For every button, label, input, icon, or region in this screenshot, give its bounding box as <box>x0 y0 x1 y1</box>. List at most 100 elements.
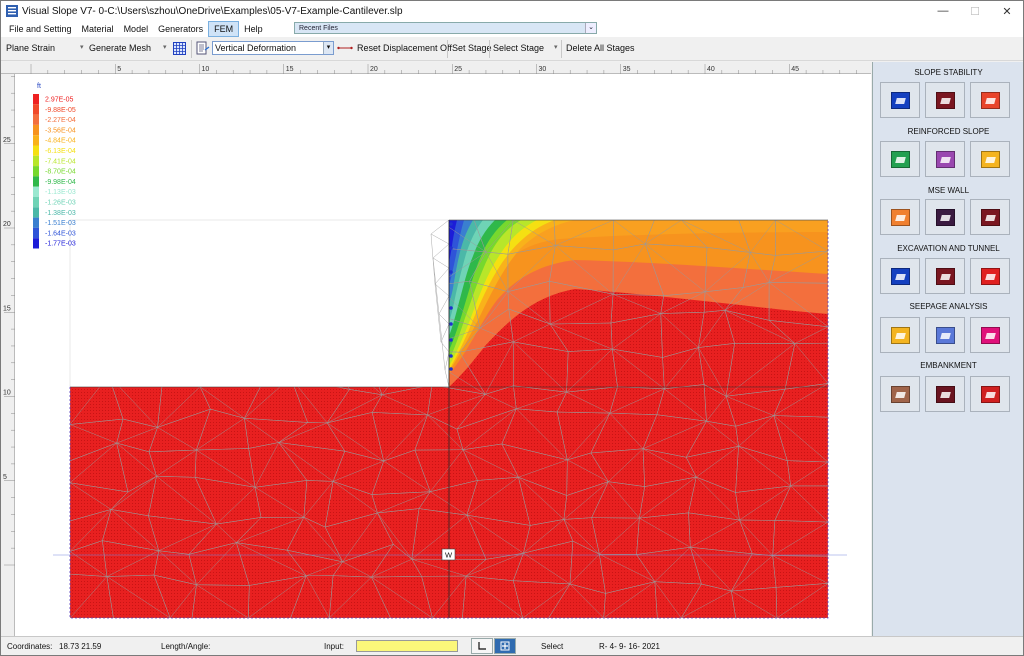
coordinates-value: 18.73 21.59 <box>59 642 102 651</box>
close-button[interactable]: ✕ <box>991 1 1023 21</box>
mesh-grid-icon[interactable] <box>173 42 186 55</box>
ruler-left-label: 15 <box>3 305 11 312</box>
ruler-top-label: 35 <box>623 66 631 73</box>
icon-glyph <box>939 214 951 221</box>
status-bar: Coordinates: 18.73 21.59 Length/Angle: I… <box>1 636 1023 655</box>
legend-value: -3.56E-04 <box>45 127 76 134</box>
ruler-left-label: 20 <box>3 221 11 228</box>
slope-seismic-button[interactable] <box>970 82 1010 118</box>
seepage-dam-button[interactable] <box>880 317 920 353</box>
displacement-arrow-icon[interactable] <box>337 44 353 52</box>
excavation-icon <box>890 267 910 285</box>
legend-value: -6.13E-04 <box>45 148 76 155</box>
reinforced-layer-button[interactable] <box>925 141 965 177</box>
menu-file-and-setting[interactable]: File and Setting <box>4 21 77 37</box>
generate-mesh-button[interactable]: Generate Mesh <box>89 43 151 54</box>
ruler-top-label: 10 <box>202 66 210 73</box>
reinforced-slope-button[interactable] <box>880 141 920 177</box>
icon-glyph <box>939 273 951 280</box>
legend-value: -4.84E-04 <box>45 138 76 145</box>
seepage-cloud-button[interactable] <box>925 317 965 353</box>
mse-block-icon <box>935 208 955 226</box>
icon-glyph <box>984 156 996 163</box>
embankment-fill-icon <box>935 385 955 403</box>
icon-glyph <box>984 273 996 280</box>
tunnel-icon <box>980 267 1000 285</box>
ruler-top-label: 5 <box>117 66 121 73</box>
excavation-wall-button[interactable] <box>925 258 965 294</box>
menu-material[interactable]: Material <box>77 21 119 37</box>
reinforced-wall-icon <box>980 150 1000 168</box>
slope-stability-3d-button[interactable] <box>925 82 965 118</box>
minimize-button[interactable]: — <box>927 1 959 21</box>
command-input[interactable] <box>356 640 458 652</box>
embankment-pile-button[interactable] <box>970 376 1010 412</box>
icon-glyph <box>939 97 951 104</box>
crosshair-icon <box>500 641 510 651</box>
reinforced-layer-icon <box>935 150 955 168</box>
menu-fem[interactable]: FEM <box>208 21 240 37</box>
set-stage-button[interactable]: Set Stage <box>452 43 492 54</box>
ruler-left: 30252015105 <box>1 53 15 636</box>
seepage-dam-icon <box>890 326 910 344</box>
legend-swatch <box>33 94 39 105</box>
menu-help[interactable]: Help <box>239 21 268 37</box>
legend-swatch <box>33 217 39 228</box>
dropdown-caret-icon: ▾ <box>554 44 558 51</box>
snap-angle-button[interactable] <box>471 638 493 654</box>
icon-glyph <box>984 391 996 398</box>
ruler-left-label: 25 <box>3 137 11 144</box>
embankment-pile-icon <box>980 385 1000 403</box>
section-title: SLOPE STABILITY <box>914 68 983 77</box>
dropdown-caret-icon: ▾ <box>163 44 167 51</box>
menu-generators[interactable]: Generators <box>153 21 208 37</box>
legend-unit: ft <box>37 83 41 90</box>
result-type-select[interactable]: Vertical Deformation ▾ <box>212 41 334 55</box>
recent-files-dropdown[interactable]: Recent Files ⌄ <box>294 22 597 34</box>
ruler-top-label: 45 <box>791 66 799 73</box>
ruler-top-label: 15 <box>286 66 294 73</box>
excavation-button[interactable] <box>880 258 920 294</box>
seepage-wall-icon <box>980 326 1000 344</box>
legend-value: -1.77E-03 <box>45 241 76 248</box>
delete-all-stages-button[interactable]: Delete All Stages <box>566 43 635 54</box>
title-bar: Visual Slope V7- 0-C:\Users\szhou\OneDri… <box>1 1 1023 21</box>
slope-stability-icon <box>890 91 910 109</box>
legend-value: -8.70E-04 <box>45 169 76 176</box>
seepage-wall-button[interactable] <box>970 317 1010 353</box>
reinforced-wall-button[interactable] <box>970 141 1010 177</box>
drawing-canvas[interactable]: 5 10 15 20 25 30 35 40 45 30 25 20 15 10 5 <box>1 53 871 636</box>
window-title: Visual Slope V7- 0-C:\Users\szhou\OneDri… <box>22 5 403 17</box>
tunnel-button[interactable] <box>970 258 1010 294</box>
menu-model[interactable]: Model <box>119 21 154 37</box>
menu-bar: File and Setting Material Model Generato… <box>1 21 1023 37</box>
mse-crane-button[interactable] <box>970 199 1010 235</box>
legend-value: -7.41E-04 <box>45 158 76 165</box>
icon-glyph <box>984 214 996 221</box>
reset-displacement-button[interactable]: Reset Displacement Off <box>357 43 452 54</box>
snap-grid-button[interactable] <box>494 638 516 654</box>
icon-glyph <box>894 273 906 280</box>
module-panel: SLOPE STABILITY REINFORCED SLOPE MSE WALL E… <box>872 62 1023 636</box>
mse-wall-button[interactable] <box>880 199 920 235</box>
legend-value: -2.27E-04 <box>45 117 76 124</box>
legend-value: -1.51E-03 <box>45 220 76 227</box>
embankment-fill-button[interactable] <box>925 376 965 412</box>
legend-swatch <box>33 197 39 208</box>
select-stage-dropdown[interactable]: Select Stage <box>493 43 544 54</box>
legend-swatch <box>33 135 39 146</box>
analysis-type-dropdown[interactable]: Plane Strain <box>6 43 55 54</box>
mse-block-button[interactable] <box>925 199 965 235</box>
mse-crane-icon <box>980 208 1000 226</box>
maximize-button[interactable]: ☐ <box>959 1 991 21</box>
app-logo-icon <box>6 5 18 17</box>
legend-swatch <box>33 104 39 115</box>
report-icon[interactable] <box>196 41 210 55</box>
fem-plot-area[interactable]: W ft 2.97E-05 -9.88E-05 -2.27E-04 -3.56E-04… <box>15 74 869 632</box>
embankment-button[interactable] <box>880 376 920 412</box>
ruler-top-label: 25 <box>454 66 462 73</box>
app-window: Visual Slope V7- 0-C:\Users\szhou\OneDri… <box>0 0 1024 656</box>
slope-stability-button[interactable] <box>880 82 920 118</box>
dropdown-caret-icon: ▾ <box>80 44 84 51</box>
legend-swatch <box>33 176 39 187</box>
